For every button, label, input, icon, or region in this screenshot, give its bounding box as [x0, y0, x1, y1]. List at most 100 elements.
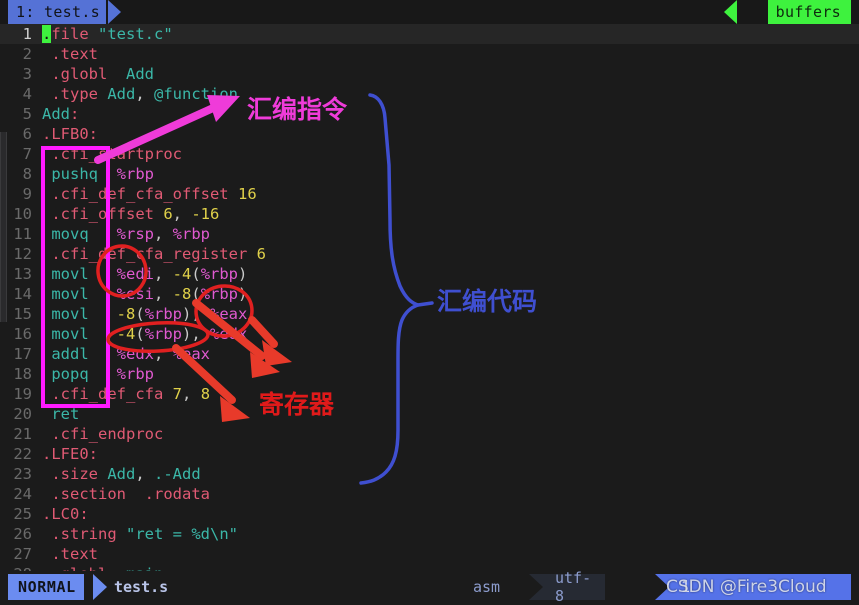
- line-number: 10: [0, 204, 38, 224]
- line-number: 9: [0, 184, 38, 204]
- code-line[interactable]: 20 ret: [0, 404, 859, 424]
- line-number: 28: [0, 564, 38, 571]
- tab-buffers[interactable]: buffers: [768, 0, 851, 24]
- code-token: 8: [201, 385, 210, 403]
- code-token: ): [238, 285, 247, 303]
- line-text: movl -4(%rbp), %edx: [38, 324, 247, 344]
- code-line[interactable]: 1.file "test.c": [0, 24, 859, 44]
- line-text: .cfi_offset 6, -16: [38, 204, 219, 224]
- code-token: %rbp: [173, 225, 210, 243]
- code-token: :: [70, 105, 79, 123]
- tabline: 1: test.s buffers: [0, 0, 859, 24]
- line-number: 1: [0, 24, 38, 44]
- code-token: file: [51, 25, 88, 43]
- code-token: -4: [173, 265, 192, 283]
- code-editor[interactable]: 1.file "test.c"2 .text3 .globl Add4 .typ…: [0, 24, 859, 571]
- line-number: 13: [0, 264, 38, 284]
- code-token: .LC0:: [42, 505, 89, 523]
- code-token: %rbp: [201, 265, 238, 283]
- code-line[interactable]: 12 .cfi_def_cfa_register 6: [0, 244, 859, 264]
- line-number: 17: [0, 344, 38, 364]
- code-line[interactable]: 14 movl %esi, -8(%rbp): [0, 284, 859, 304]
- line-text: .text: [38, 44, 98, 64]
- code-line[interactable]: 11 movq %rsp, %rbp: [0, 224, 859, 244]
- code-token: ,: [182, 385, 201, 403]
- code-line[interactable]: 27 .text: [0, 544, 859, 564]
- line-text: .cfi_startproc: [38, 144, 182, 164]
- code-line[interactable]: 24 .section .rodata: [0, 484, 859, 504]
- code-token: 6: [163, 205, 172, 223]
- code-line[interactable]: 19 .cfi_def_cfa 7, 8: [0, 384, 859, 404]
- code-token: .globl: [42, 65, 107, 83]
- code-line[interactable]: 4 .type Add, @function: [0, 84, 859, 104]
- code-line[interactable]: 10 .cfi_offset 6, -16: [0, 204, 859, 224]
- code-line[interactable]: 21 .cfi_endproc: [0, 424, 859, 444]
- code-line[interactable]: 2 .text: [0, 44, 859, 64]
- code-token: ,: [135, 85, 154, 103]
- line-number: 3: [0, 64, 38, 84]
- code-token: [117, 525, 126, 543]
- code-token: ),: [182, 305, 210, 323]
- code-line[interactable]: 15 movl -8(%rbp), %eax: [0, 304, 859, 324]
- line-text: .cfi_endproc: [38, 424, 163, 444]
- code-line[interactable]: 9 .cfi_def_cfa_offset 16: [0, 184, 859, 204]
- line-text: movl %edi, -4(%rbp): [38, 264, 247, 284]
- line-text: .cfi_def_cfa 7, 8: [38, 384, 210, 404]
- code-token: ret: [42, 405, 79, 423]
- line-number: 16: [0, 324, 38, 344]
- code-token: -4: [117, 325, 136, 343]
- code-line[interactable]: 23 .size Add, .-Add: [0, 464, 859, 484]
- code-token: %eax: [210, 305, 247, 323]
- code-line[interactable]: 3 .globl Add: [0, 64, 859, 84]
- code-line[interactable]: 17 addl %edx, %eax: [0, 344, 859, 364]
- code-line[interactable]: 28 .globl main: [0, 564, 859, 571]
- code-line[interactable]: 13 movl %edi, -4(%rbp): [0, 264, 859, 284]
- tab-test-s-label: 1: test.s: [16, 3, 100, 21]
- code-line[interactable]: 6.LFB0:: [0, 124, 859, 144]
- line-number: 11: [0, 224, 38, 244]
- line-text: Add:: [38, 104, 79, 124]
- code-token: 16: [238, 185, 257, 203]
- code-token: [247, 245, 256, 263]
- line-number: 26: [0, 524, 38, 544]
- line-number: 15: [0, 304, 38, 324]
- code-token: .type: [42, 85, 98, 103]
- code-token: %edi: [117, 265, 154, 283]
- line-number: 8: [0, 164, 38, 184]
- code-token: %rbp: [117, 365, 154, 383]
- tab-test-s[interactable]: 1: test.s: [8, 0, 106, 24]
- code-token: [89, 225, 117, 243]
- line-text: .string "ret = %d\n": [38, 524, 238, 544]
- code-token: movl: [42, 325, 89, 343]
- line-number: 20: [0, 404, 38, 424]
- line-number: 19: [0, 384, 38, 404]
- code-line[interactable]: 26 .string "ret = %d\n": [0, 524, 859, 544]
- code-token: "test.c": [98, 25, 173, 43]
- code-line[interactable]: 22.LFE0:: [0, 444, 859, 464]
- tab-test-s-arrow-icon: [108, 0, 121, 24]
- code-line[interactable]: 7 .cfi_startproc: [0, 144, 859, 164]
- code-token: @function: [154, 85, 238, 103]
- code-token: [98, 165, 117, 183]
- code-line[interactable]: 5Add:: [0, 104, 859, 124]
- code-line[interactable]: 8 pushq %rbp: [0, 164, 859, 184]
- code-token: .string: [42, 525, 117, 543]
- line-text: ret: [38, 404, 79, 424]
- code-token: %rbp: [145, 305, 182, 323]
- code-line[interactable]: 16 movl -4(%rbp), %edx: [0, 324, 859, 344]
- line-text: movl %esi, -8(%rbp): [38, 284, 247, 304]
- code-line[interactable]: 25.LC0:: [0, 504, 859, 524]
- code-token: [229, 185, 238, 203]
- line-number: 27: [0, 544, 38, 564]
- line-number: 2: [0, 44, 38, 64]
- code-token: Add: [107, 85, 135, 103]
- code-token: .cfi_def_cfa: [42, 385, 163, 403]
- code-token: [89, 345, 117, 363]
- line-number: 24: [0, 484, 38, 504]
- code-line[interactable]: 18 popq %rbp: [0, 364, 859, 384]
- code-token: movq: [42, 225, 89, 243]
- line-number: 21: [0, 424, 38, 444]
- code-token: ,: [135, 465, 154, 483]
- status-filename: test.s: [114, 574, 168, 600]
- code-token: .cfi_startproc: [42, 145, 182, 163]
